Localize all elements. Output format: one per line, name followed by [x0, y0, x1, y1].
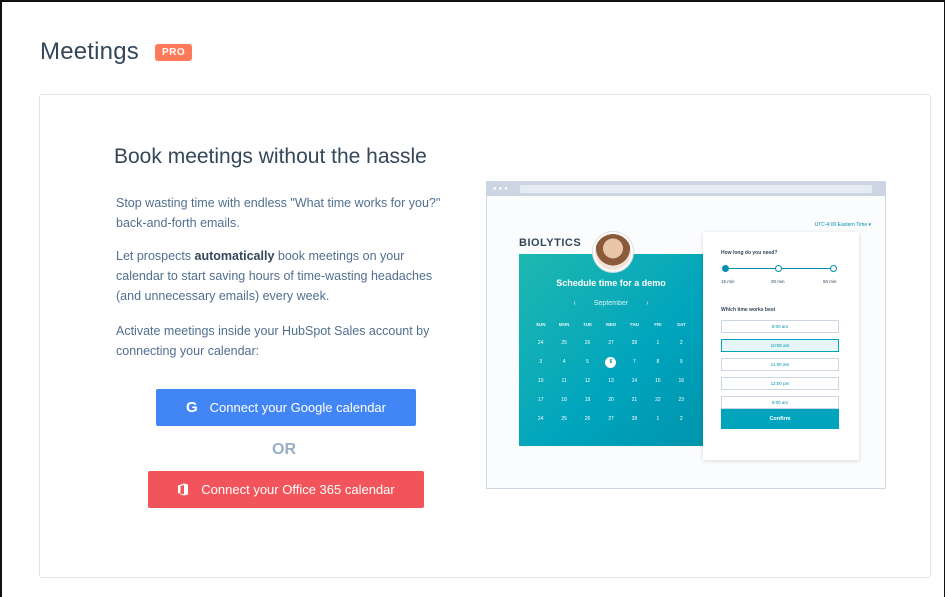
- calendar-day: 1: [656, 340, 660, 346]
- calendar-day: 1: [656, 416, 660, 422]
- timezone-label: UTC-4:00 Eastern Time ▾: [814, 222, 871, 228]
- weekday-label: WED: [605, 322, 617, 327]
- url-bar: [519, 185, 872, 193]
- calendar-day: 24: [537, 416, 544, 422]
- office-icon: [178, 483, 189, 496]
- booking-panel: How long do you need? 15 min 30 min 60 m…: [703, 232, 859, 460]
- calendar-day: 12: [584, 378, 591, 384]
- calendar-day: 7: [633, 359, 636, 365]
- slider-knob-60: [830, 265, 837, 272]
- calendar-day: 26: [584, 340, 591, 346]
- slider-knob-15: [722, 265, 729, 272]
- page-title: Meetings: [40, 38, 139, 65]
- time-slot: 9:00 am: [721, 320, 839, 333]
- benefit-paragraph: Let prospects automatically book meeting…: [116, 246, 446, 306]
- weekday-label: SAT: [676, 322, 686, 327]
- calendar-day: 9: [679, 359, 683, 365]
- calendar-day: 4: [562, 359, 566, 365]
- calendar-day: 24: [537, 340, 544, 346]
- avatar: [593, 232, 633, 272]
- headline: Book meetings without the hassle: [114, 145, 427, 168]
- calendar-day: 18: [561, 397, 567, 403]
- calendar-day: 8: [656, 359, 660, 365]
- calendar-title: Schedule time for a demo: [556, 278, 666, 288]
- or-divider: OR: [272, 441, 296, 458]
- browser-dots-icon: ●●●: [493, 186, 510, 192]
- calendar-day: 15: [655, 378, 661, 384]
- calendar-day: 10: [537, 378, 544, 384]
- calendar-day: 22: [655, 397, 661, 403]
- benefit-text-bold: automatically: [194, 249, 275, 263]
- scheduler-preview-image: ●●● UTC-4:00 Eastern Time ▾ Schedule tim…: [486, 181, 886, 489]
- next-month-icon: ›: [646, 300, 649, 307]
- calendar-grid: SUN MON TUE WED THU FRI SAT 24 25 26 27 28 1 2 3 4 5 6 7 8 9…: [529, 319, 693, 425]
- meetings-card: Book meetings without the hassle Stop wa…: [39, 94, 931, 578]
- calendar-day: 2: [679, 416, 683, 422]
- calendar-day: 3: [539, 359, 543, 365]
- calendar-day: 25: [561, 416, 567, 422]
- page-header: Meetings PRO: [40, 38, 193, 66]
- connect-google-calendar-button[interactable]: G Connect your Google calendar: [156, 389, 416, 426]
- calendar-day: 2: [679, 340, 683, 346]
- duration-question: How long do you need?: [721, 250, 778, 256]
- calendar-day: 5: [586, 359, 589, 365]
- calendar-day: 27: [608, 416, 614, 422]
- brand-logo: BIOLYTICS: [519, 237, 582, 249]
- time-slot: 10:00 am: [721, 339, 839, 352]
- calendar-day: 14: [631, 378, 638, 384]
- benefit-text-pre: Let prospects: [116, 249, 195, 263]
- calendar-day: 16: [678, 378, 685, 384]
- month-label: September: [593, 300, 629, 307]
- calendar-day: 11: [561, 378, 567, 384]
- calendar-day: 6: [605, 357, 617, 368]
- calendar-day: 23: [678, 397, 685, 403]
- calendar-day: 20: [608, 397, 614, 403]
- time-question: Which time works best: [721, 307, 776, 313]
- calendar-day: 13: [608, 378, 614, 384]
- weekday-label: THU: [629, 322, 640, 327]
- duration-label: 30 min: [771, 279, 785, 284]
- slider-knob-30: [775, 265, 782, 272]
- duration-label: 60 min: [823, 279, 837, 284]
- calendar-day: 19: [584, 397, 591, 403]
- time-slot: 9:00 am: [721, 396, 839, 409]
- activate-paragraph: Activate meetings inside your HubSpot Sa…: [116, 324, 430, 358]
- calendar-day: 28: [631, 340, 638, 346]
- connect-office365-calendar-button[interactable]: Connect your Office 365 calendar: [148, 471, 424, 508]
- intro-paragraph: Stop wasting time with endless "What tim…: [116, 196, 441, 230]
- connect-office-label: Connect your Office 365 calendar: [201, 482, 395, 497]
- calendar-day: 17: [537, 397, 544, 403]
- weekday-label: MON: [558, 322, 570, 327]
- prev-month-icon: ‹: [573, 300, 576, 307]
- confirm-button: Confirm: [721, 409, 839, 429]
- connect-google-label: Connect your Google calendar: [209, 400, 386, 415]
- duration-slider: [722, 265, 837, 272]
- time-slot: 12:00 pm: [721, 377, 839, 390]
- month-nav: ‹ September ›: [519, 300, 703, 307]
- weekday-label: FRI: [654, 322, 662, 327]
- pro-badge: PRO: [154, 43, 193, 61]
- duration-label: 15 min: [721, 279, 735, 284]
- calendar-day: 28: [631, 416, 638, 422]
- weekday-label: SUN: [535, 322, 546, 327]
- calendar-day: 27: [608, 340, 614, 346]
- calendar-day: 25: [561, 340, 567, 346]
- calendar-day: 26: [584, 416, 591, 422]
- calendar-day: 21: [631, 397, 638, 403]
- google-icon: G: [185, 399, 198, 416]
- calendar-panel: Schedule time for a demo ‹ September › SUN…: [519, 254, 703, 446]
- browser-bar: ●●●: [487, 182, 885, 196]
- weekday-label: TUE: [583, 322, 593, 327]
- time-slot: 11:00 am: [721, 358, 839, 371]
